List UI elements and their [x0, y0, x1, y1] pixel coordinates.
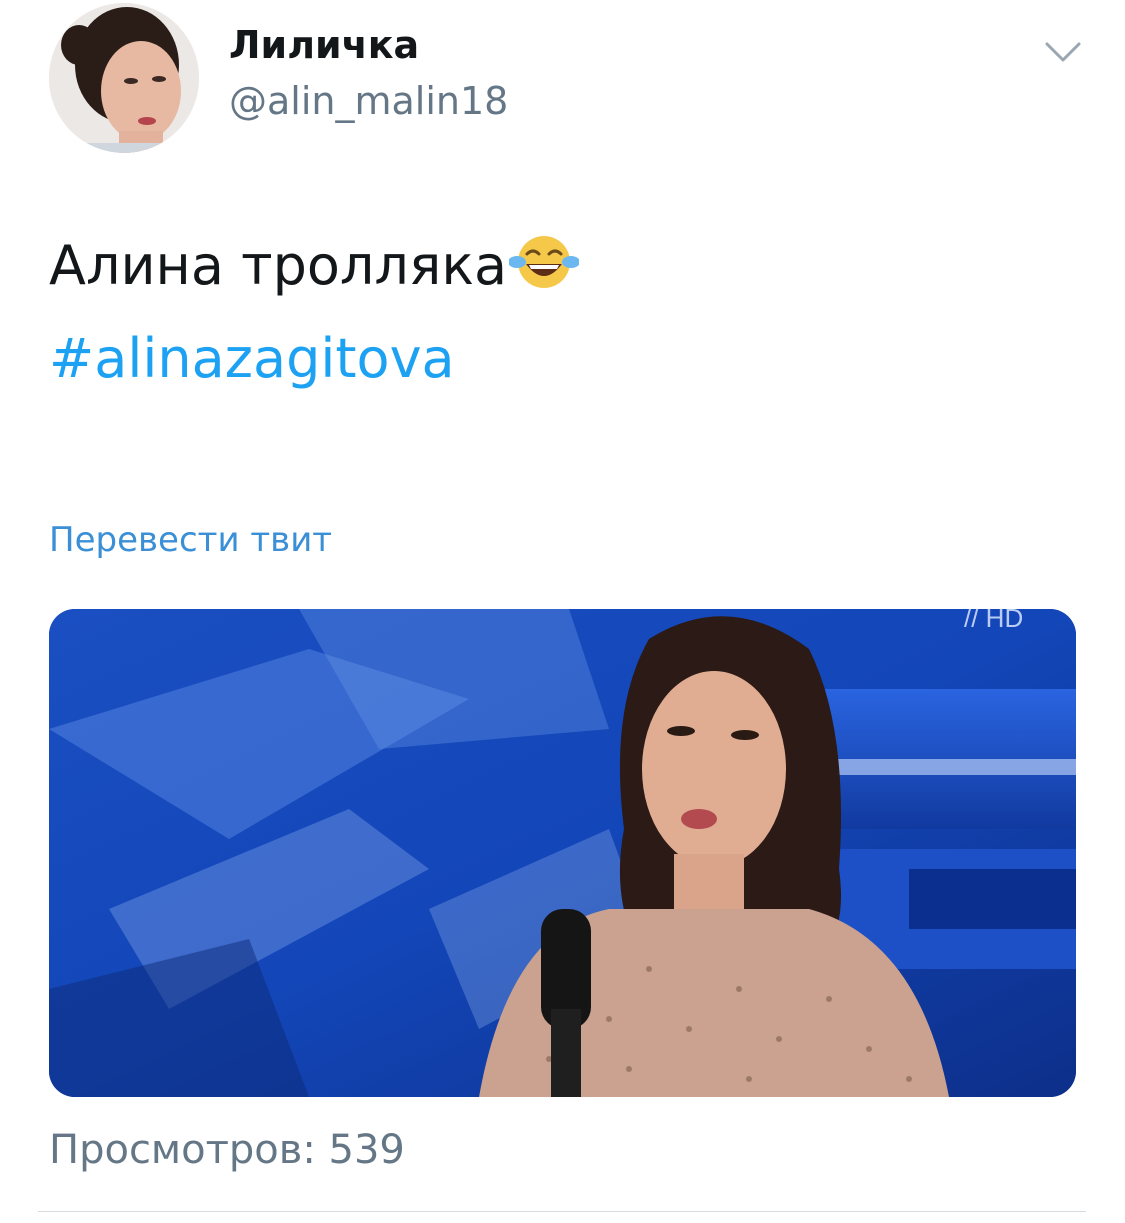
video-thumbnail[interactable]: // HD: [49, 609, 1076, 1097]
chevron-down-icon[interactable]: [1043, 38, 1083, 68]
author-display-name[interactable]: Лиличка: [229, 22, 419, 68]
hashtag-link[interactable]: #alinazagitova: [49, 327, 455, 391]
video-frame-icon: // HD: [49, 609, 1076, 1097]
tweet-text: Алина тролляка: [49, 232, 581, 298]
author-handle[interactable]: @alin_malin18: [229, 78, 508, 124]
views-count: Просмотров: 539: [49, 1127, 405, 1173]
tweet-text-content: Алина тролляка: [49, 234, 508, 297]
tears-of-joy-emoji-icon: [508, 232, 581, 292]
divider: [38, 1211, 1086, 1212]
profile-photo-icon: [49, 3, 199, 153]
avatar[interactable]: [49, 3, 199, 153]
svg-text:// HD: // HD: [964, 609, 1023, 633]
translate-tweet-link[interactable]: Перевести твит: [49, 518, 332, 562]
